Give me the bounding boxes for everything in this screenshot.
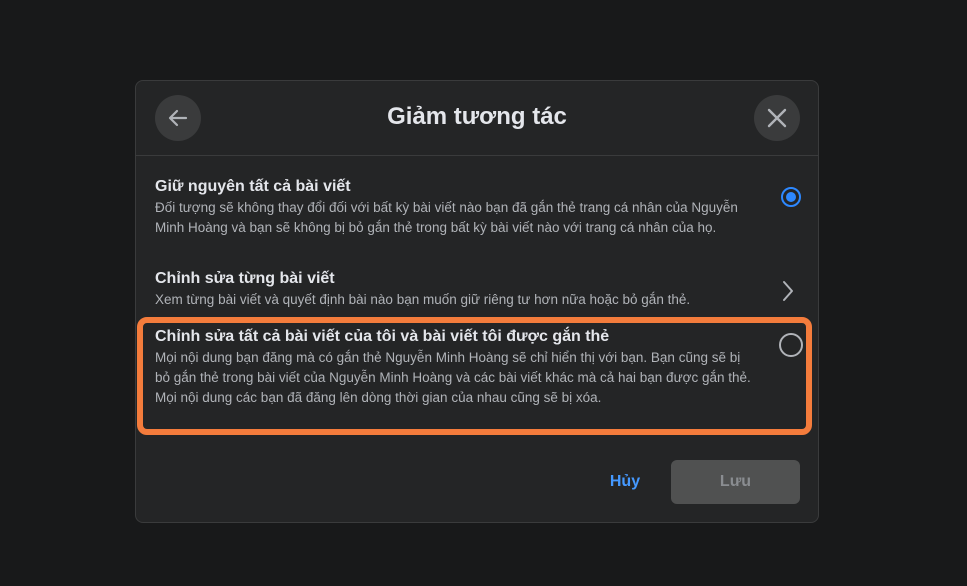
close-icon — [767, 108, 787, 128]
option-description: Xem từng bài viết và quyết định bài nào … — [155, 292, 691, 307]
option-edit-each-post[interactable]: Chỉnh sửa từng bài viết Xem từng bài viế… — [155, 269, 810, 310]
option-title: Giữ nguyên tất cả bài viết — [155, 178, 351, 195]
radio-dot — [786, 192, 796, 202]
cancel-button[interactable]: Hủy — [591, 460, 659, 504]
dialog-header: Giảm tương tác — [136, 81, 818, 156]
option-keep-all-posts[interactable]: Giữ nguyên tất cả bài viết Đối tượng sẽ … — [155, 177, 810, 238]
close-button[interactable] — [754, 95, 800, 141]
radio-keep-all-posts[interactable] — [781, 187, 801, 207]
dialog-title: Giảm tương tác — [387, 103, 567, 130]
option-title: Chỉnh sửa từng bài viết — [155, 270, 335, 287]
option-edit-all-posts[interactable]: Chỉnh sửa tất cả bài viết của tôi và bài… — [155, 327, 810, 408]
save-button[interactable]: Lưu — [671, 460, 800, 504]
option-description: Đối tượng sẽ không thay đổi đối với bất … — [155, 200, 738, 235]
reduce-interaction-dialog: Giảm tương tác Giữ nguyên tất cả bài viế… — [135, 80, 819, 523]
radio-edit-all-posts[interactable] — [779, 333, 803, 357]
chevron-right-icon[interactable] — [782, 280, 794, 302]
option-title: Chỉnh sửa tất cả bài viết của tôi và bài… — [155, 328, 610, 345]
option-description: Mọi nội dung bạn đăng mà có gắn thẻ Nguy… — [155, 350, 751, 405]
